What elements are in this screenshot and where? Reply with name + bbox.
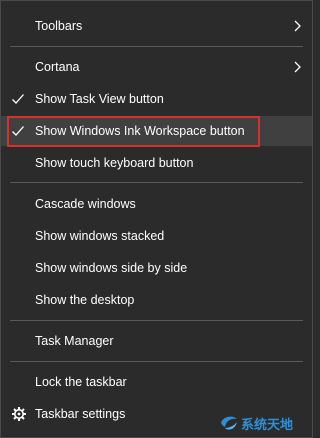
watermark-logo: 系统天地 bbox=[219, 412, 309, 434]
menu-item-lock-taskbar[interactable]: Lock the taskbar bbox=[1, 367, 312, 397]
watermark-icon bbox=[221, 416, 237, 430]
menu-item-label: Show windows side by side bbox=[35, 261, 188, 275]
menu-item-label: Cortana bbox=[35, 60, 80, 74]
check-icon bbox=[12, 126, 24, 136]
menu-item-cortana[interactable]: Cortana bbox=[1, 52, 312, 82]
menu-item-label: Task Manager bbox=[35, 334, 114, 348]
separator bbox=[10, 46, 303, 47]
menu-item-label: Show Windows Ink Workspace button bbox=[35, 124, 245, 138]
menu-item-show-ink-workspace[interactable]: Show Windows Ink Workspace button bbox=[1, 116, 312, 146]
separator bbox=[10, 320, 303, 321]
check-icon bbox=[12, 94, 24, 104]
menu-item-label: Show windows stacked bbox=[35, 229, 165, 243]
menu-item-show-desktop[interactable]: Show the desktop bbox=[1, 285, 312, 315]
separator bbox=[10, 182, 303, 183]
menu-item-label: Cascade windows bbox=[35, 197, 136, 211]
gear-icon bbox=[12, 407, 26, 421]
separator bbox=[10, 361, 303, 362]
menu-item-label: Toolbars bbox=[35, 19, 83, 33]
menu-item-label: Show Task View button bbox=[35, 92, 164, 106]
menu-item-show-windows-stacked[interactable]: Show windows stacked bbox=[1, 221, 312, 251]
chevron-right-icon bbox=[294, 61, 301, 73]
chevron-right-icon bbox=[294, 20, 301, 32]
menu-item-label: Show the desktop bbox=[35, 293, 135, 307]
menu-item-show-task-view[interactable]: Show Task View button bbox=[1, 84, 312, 114]
watermark-text: 系统天地 bbox=[241, 417, 294, 433]
menu-item-label: Taskbar settings bbox=[35, 407, 126, 421]
menu-item-toolbars[interactable]: Toolbars bbox=[1, 11, 312, 41]
menu-item-label: Show touch keyboard button bbox=[35, 156, 194, 170]
menu-item-cascade-windows[interactable]: Cascade windows bbox=[1, 189, 312, 219]
menu-item-label: Lock the taskbar bbox=[35, 375, 127, 389]
menu-item-show-windows-side-by-side[interactable]: Show windows side by side bbox=[1, 253, 312, 283]
menu-item-show-touch-keyboard[interactable]: Show touch keyboard button bbox=[1, 148, 312, 178]
taskbar-context-menu: Toolbars Cortana Show Task View button S… bbox=[0, 0, 313, 438]
menu-item-task-manager[interactable]: Task Manager bbox=[1, 326, 312, 356]
